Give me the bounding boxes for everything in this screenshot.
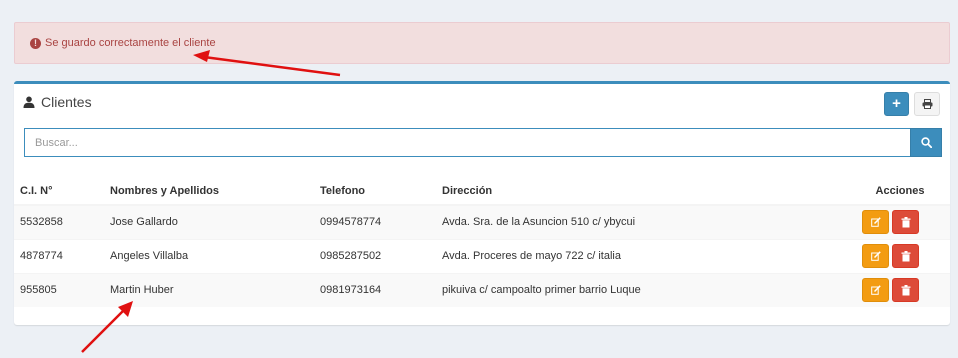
edit-button[interactable] (862, 278, 889, 303)
add-client-button[interactable]: + (884, 92, 909, 116)
cell-actions (850, 204, 950, 239)
cell-phone: 0994578774 (314, 204, 436, 239)
user-icon (23, 96, 35, 108)
cell-name: Martin Huber (104, 272, 314, 307)
search-button[interactable] (910, 128, 942, 157)
exclamation-circle-icon: ! (30, 37, 41, 49)
trash-icon (901, 251, 911, 262)
box-header: Clientes (14, 84, 950, 120)
trash-icon (901, 217, 911, 228)
print-icon (922, 99, 932, 109)
table-header-row: C.I. N° Nombres y Apellidos Telefono Dir… (14, 177, 950, 206)
edit-icon (871, 251, 881, 261)
cell-name: Jose Gallardo (104, 204, 314, 239)
table-row: 955805 Martin Huber 0981973164 pikuiva c… (14, 272, 950, 307)
edit-icon (871, 217, 881, 228)
table-row: 5532858 Jose Gallardo 0994578774 Avda. S… (14, 204, 950, 239)
column-header-name: Nombres y Apellidos (104, 177, 314, 206)
print-button[interactable] (914, 92, 940, 116)
column-header-phone: Telefono (314, 177, 436, 206)
box-title: Clientes (41, 94, 92, 110)
edit-icon (871, 285, 881, 296)
trash-icon (901, 285, 911, 296)
clients-box: Clientes + C.I. N° Nombres y Apellidos T… (14, 81, 950, 325)
column-header-actions: Acciones (850, 177, 950, 206)
cell-address: Avda. Proceres de mayo 722 c/ italia (436, 238, 850, 273)
edit-button[interactable] (862, 244, 889, 268)
cell-address: Avda. Sra. de la Asuncion 510 c/ ybycui (436, 204, 850, 239)
cell-address: pikuiva c/ campoalto primer barrio Luque (436, 272, 850, 307)
table-row: 4878774 Angeles Villalba 0985287502 Avda… (14, 238, 950, 273)
column-header-address: Dirección (436, 177, 850, 206)
search-bar (24, 128, 942, 157)
cell-phone: 0985287502 (314, 238, 436, 273)
search-icon (920, 137, 932, 148)
search-input[interactable] (24, 128, 910, 157)
cell-ci: 955805 (14, 272, 104, 307)
delete-button[interactable] (892, 210, 919, 235)
clients-table: C.I. N° Nombres y Apellidos Telefono Dir… (14, 177, 950, 307)
delete-button[interactable] (892, 278, 919, 303)
alert-message: Se guardo correctamente el cliente (45, 37, 216, 49)
delete-button[interactable] (892, 244, 919, 268)
column-header-ci: C.I. N° (14, 177, 104, 206)
cell-ci: 4878774 (14, 238, 104, 273)
cell-actions (850, 272, 950, 307)
edit-button[interactable] (862, 210, 889, 235)
cell-name: Angeles Villalba (104, 238, 314, 273)
cell-actions (850, 238, 950, 273)
cell-phone: 0981973164 (314, 272, 436, 307)
cell-ci: 5532858 (14, 204, 104, 239)
success-alert: ! Se guardo correctamente el cliente (14, 22, 950, 64)
